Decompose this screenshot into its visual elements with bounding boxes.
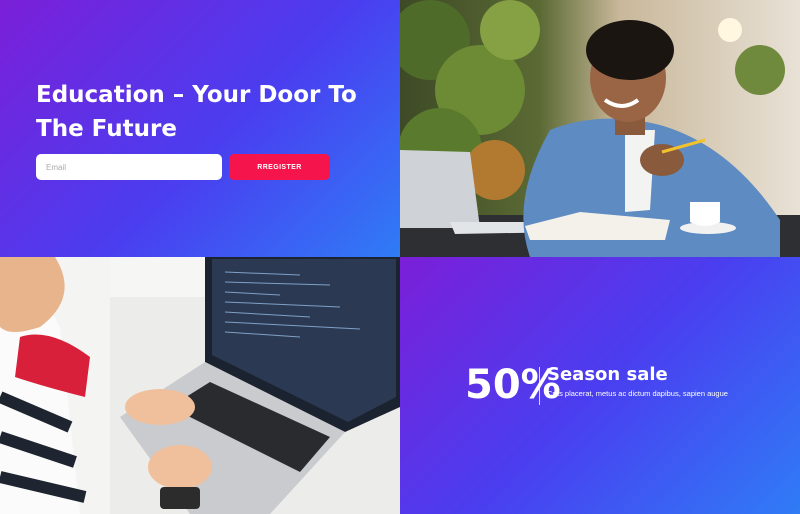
laptop-photo <box>0 257 400 514</box>
email-field[interactable] <box>36 154 222 180</box>
hero-panel: Education – Your Door To The Future RREG… <box>0 0 400 257</box>
hero-title: Education – Your Door To The Future <box>36 82 357 142</box>
student-photo <box>400 0 800 257</box>
coding-laptop-image <box>0 257 400 514</box>
student-laptop-image <box>400 0 800 257</box>
promo-divider <box>539 367 540 405</box>
sale-subtitle: Cras placerat, metus ac dictum dapibus, … <box>547 389 728 398</box>
promo-panel <box>400 257 800 514</box>
landing-grid: Education – Your Door To The Future RREG… <box>0 0 800 514</box>
sale-title: Season sale <box>547 364 668 385</box>
register-button[interactable]: RREGISTER <box>229 154 330 180</box>
